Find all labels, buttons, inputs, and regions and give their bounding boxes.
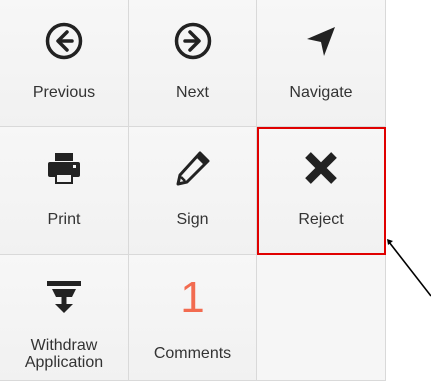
print-label: Print	[47, 211, 81, 228]
printer-icon	[0, 143, 128, 193]
withdraw-label-line2: Application	[24, 354, 104, 371]
action-panel: Previous Next Navigate Print Sign Reject…	[0, 0, 431, 381]
previous-button[interactable]: Previous	[0, 0, 129, 127]
comments-count: 1	[180, 273, 205, 322]
navigate-button[interactable]: Navigate	[257, 0, 386, 127]
sign-label: Sign	[176, 211, 209, 228]
arrow-right-circle-icon	[129, 16, 256, 66]
comments-button[interactable]: 1 Comments	[129, 255, 257, 381]
pencil-icon	[129, 143, 256, 193]
empty-tile	[257, 255, 386, 381]
print-button[interactable]: Print	[0, 127, 129, 255]
reject-label: Reject	[298, 211, 344, 228]
previous-label: Previous	[32, 84, 96, 101]
arrow-left-circle-icon	[0, 16, 128, 66]
withdraw-application-button[interactable]: Withdraw Application	[0, 255, 129, 381]
action-grid: Previous Next Navigate Print Sign Reject…	[0, 0, 386, 381]
location-arrow-icon	[257, 16, 385, 66]
sign-button[interactable]: Sign	[129, 127, 257, 255]
close-icon	[257, 143, 385, 193]
comments-label: Comments	[153, 345, 232, 362]
navigate-label: Navigate	[289, 84, 353, 101]
next-button[interactable]: Next	[129, 0, 257, 127]
withdraw-icon	[0, 271, 128, 321]
withdraw-application-label: Withdraw Application	[0, 337, 128, 371]
next-label: Next	[176, 84, 209, 101]
reject-button[interactable]: Reject	[257, 127, 386, 255]
withdraw-label-line1: Withdraw	[30, 337, 98, 354]
